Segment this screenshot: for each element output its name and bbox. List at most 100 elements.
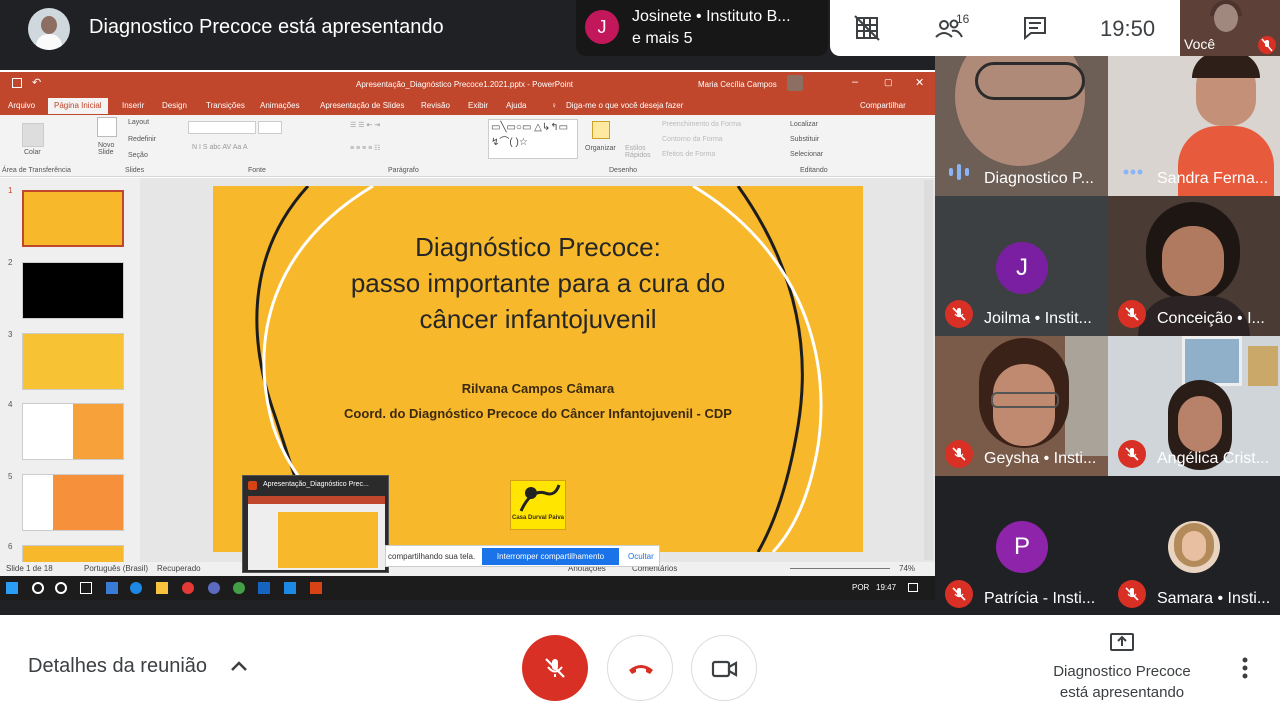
tab-ajuda[interactable]: Ajuda (506, 101, 526, 110)
app-icon[interactable] (208, 582, 220, 594)
tab-design[interactable]: Design (162, 101, 187, 110)
thumbnail-2[interactable] (22, 262, 124, 319)
select-button[interactable]: Selecionar (790, 151, 823, 158)
close-icon[interactable]: ✕ (915, 76, 924, 89)
recovered: Recuperado (157, 564, 201, 573)
participant-name: Conceição • I... (1157, 310, 1265, 327)
shape-outline-button[interactable]: Contorno da Forma (662, 136, 723, 143)
thumbnail-3[interactable] (22, 333, 124, 390)
layout-button[interactable]: Layout (128, 119, 149, 126)
participant-tile[interactable]: Diagnostico P... (935, 56, 1108, 196)
word-icon[interactable] (258, 582, 270, 594)
taskbar-preview[interactable]: Apresentação_Diagnóstico Prec... (242, 475, 389, 573)
join-notification[interactable]: J Josinete • Instituto B... e mais 5 (576, 0, 828, 56)
tab-apresentacao[interactable]: Apresentação de Slides (320, 101, 405, 110)
slide-count: Slide 1 de 18 (6, 564, 53, 573)
participant-name: Diagnostico P... (984, 170, 1094, 187)
find-button[interactable]: Localizar (790, 121, 818, 128)
tab-inserir[interactable]: Inserir (122, 101, 144, 110)
paste-label[interactable]: Colar (24, 149, 41, 156)
cortana-icon[interactable] (55, 582, 67, 594)
camera-button[interactable] (691, 635, 757, 701)
font-size-field[interactable] (258, 121, 282, 134)
tab-pagina-inicial[interactable]: Página Inicial (48, 98, 108, 114)
quick-styles-label[interactable]: Estilos Rápidos (625, 145, 655, 159)
slide-author: Rilvana Campos Câmara (461, 381, 615, 396)
edge-icon[interactable] (130, 582, 142, 594)
tell-me-input[interactable]: Diga-me o que você deseja fazer (566, 101, 683, 110)
maximize-icon[interactable]: ▢ (884, 77, 893, 88)
undo-icon[interactable]: ↶ (32, 76, 41, 89)
participant-tile[interactable]: Samara • Insti... (1108, 476, 1280, 616)
clock: 19:50 (1100, 16, 1156, 41)
arrange-icon[interactable] (592, 121, 610, 139)
new-slide-label[interactable]: Novo Slide (98, 142, 124, 156)
participant-tile[interactable]: Sandra Ferna... (1108, 56, 1280, 196)
mic-off-icon (1118, 580, 1146, 608)
tab-exibir[interactable]: Exibir (468, 101, 488, 110)
app-icon[interactable] (284, 582, 296, 594)
chrome-icon[interactable] (182, 582, 194, 594)
tab-revisao[interactable]: Revisão (421, 101, 450, 110)
participant-tile[interactable]: J Joilma • Instit... (935, 196, 1108, 336)
align-icons[interactable]: ≡ ≡ ≡ ≡ ☷ (350, 144, 380, 152)
section-button[interactable]: Seção (128, 152, 148, 159)
thumbnail-5[interactable] (22, 474, 124, 531)
powerpoint-taskbar-icon[interactable] (310, 582, 322, 594)
participant-tile[interactable]: Geysha • Insti... (935, 336, 1108, 476)
present-screen-icon[interactable] (1109, 632, 1135, 654)
grid-off-icon[interactable] (854, 15, 880, 46)
self-view-tile[interactable]: Você (1180, 0, 1280, 56)
more-options-icon[interactable] (1242, 656, 1248, 680)
share-button[interactable]: Compartilhar (860, 101, 906, 110)
thumbnail-6[interactable] (22, 545, 124, 562)
app-icon[interactable] (106, 582, 118, 594)
participant-tile[interactable]: Angélica Crist... (1108, 336, 1280, 476)
zoom-level[interactable]: 74% (899, 564, 915, 573)
language[interactable]: Português (Brasil) (84, 564, 148, 573)
microphone-off-button[interactable] (522, 635, 588, 701)
save-icon[interactable] (12, 78, 22, 88)
tab-animacoes[interactable]: Animações (260, 101, 300, 110)
arrange-label[interactable]: Organizar (585, 145, 616, 152)
reset-button[interactable]: Redefinir (128, 136, 156, 143)
notifications-icon[interactable] (908, 583, 918, 592)
shape-effects-button[interactable]: Efeitos de Forma (662, 151, 715, 158)
task-view-icon[interactable] (80, 582, 92, 594)
zoom-slider[interactable] (790, 568, 890, 569)
participant-name: Sandra Ferna... (1157, 170, 1269, 187)
options-dots-icon[interactable] (1123, 168, 1143, 176)
new-slide-icon[interactable] (97, 117, 117, 137)
explorer-icon[interactable] (156, 582, 168, 594)
hide-button[interactable]: Ocultar (628, 552, 654, 561)
leave-call-button[interactable] (607, 635, 673, 701)
chat-icon[interactable] (1022, 15, 1048, 46)
list-icons[interactable]: ☰ ☰ ⇤ ⇥ (350, 121, 380, 129)
search-icon[interactable] (32, 582, 44, 594)
font-format-icons[interactable]: N I S abc AV Aa A (192, 144, 248, 151)
input-language[interactable]: POR (852, 583, 869, 592)
stop-sharing-button[interactable]: Interromper compartilhamento (482, 548, 619, 565)
tab-arquivo[interactable]: Arquivo (8, 101, 35, 110)
font-name-field[interactable] (188, 121, 256, 134)
paste-icon[interactable] (22, 123, 44, 147)
window-title: Apresentação_Diagnóstico Precoce1.2021.p… (356, 80, 574, 89)
participant-tile[interactable]: P Patrícia - Insti... (935, 476, 1108, 616)
chevron-up-icon[interactable] (229, 659, 249, 673)
participant-name: Patrícia - Insti... (984, 590, 1096, 607)
thumb-number: 2 (8, 258, 13, 267)
thumbnail-1[interactable] (22, 190, 124, 247)
windows-start-icon[interactable] (6, 582, 18, 594)
shapes-gallery[interactable]: ▭╲▭○▭ △↳↰▭ ↯⌒( )☆ (488, 119, 578, 159)
shape-fill-button[interactable]: Preenchimento da Forma (662, 121, 741, 128)
participant-tile[interactable]: Conceição • I... (1108, 196, 1280, 336)
replace-button[interactable]: Substituir (790, 136, 819, 143)
thumbnail-4[interactable] (22, 403, 124, 460)
vertical-scrollbar[interactable] (924, 180, 933, 560)
meeting-details-button[interactable]: Detalhes da reunião (28, 655, 207, 678)
whatsapp-icon[interactable] (233, 582, 245, 594)
tab-transicoes[interactable]: Transições (206, 101, 245, 110)
presenting-status[interactable]: Diagnostico Precoce está apresentando (1042, 661, 1202, 703)
slide-title-line3: câncer infantojuvenil (419, 304, 657, 334)
minimize-icon[interactable]: – (852, 76, 858, 88)
